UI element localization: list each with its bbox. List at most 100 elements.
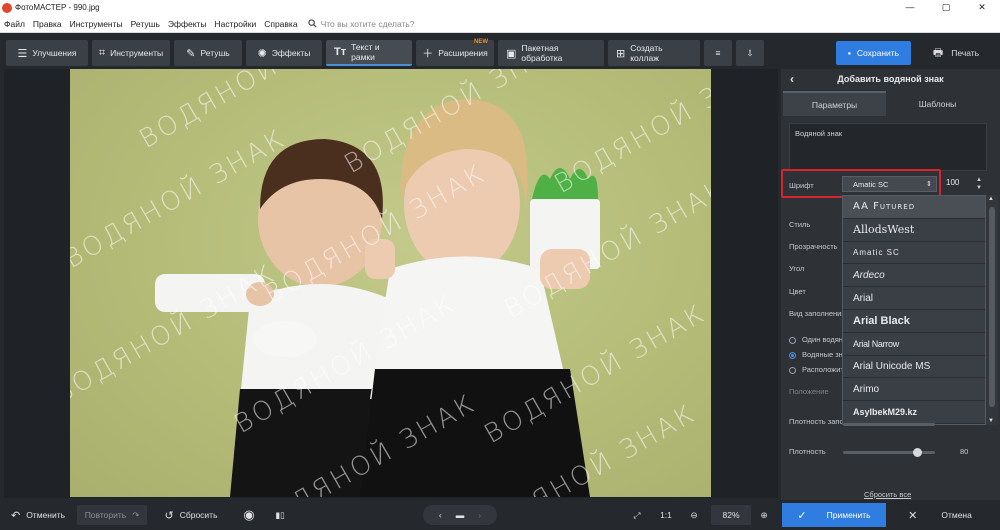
font-size-stepper[interactable]: ▲ ▼	[973, 176, 985, 192]
search-placeholder: Что вы хотите сделать?	[320, 18, 415, 29]
text-icon: Tт	[334, 46, 347, 58]
text-frames-label: Текст и рамки	[351, 42, 380, 62]
print-button[interactable]: 🖶 Печать	[916, 41, 996, 65]
angle-label: Угол	[789, 264, 805, 273]
list-add-button[interactable]: ≡	[704, 40, 732, 66]
scrollbar-thumb[interactable]	[989, 207, 995, 407]
menu-settings[interactable]: Настройки	[211, 19, 261, 29]
font-list-scrollbar[interactable]: ▲ ▼	[986, 195, 998, 425]
checkmark-icon: ✓	[797, 509, 807, 522]
chevron-up-icon[interactable]: ▲	[973, 176, 985, 184]
menu-tools[interactable]: Инструменты	[66, 19, 127, 29]
next-image-button[interactable]: ›	[478, 510, 481, 520]
opacity-label: Прозрачность	[789, 242, 838, 251]
fit-screen-button[interactable]: ⤢	[627, 505, 647, 525]
density-slider[interactable]	[843, 448, 935, 457]
slider-knob[interactable]	[912, 448, 922, 457]
retouch-label: Ретушь	[200, 48, 230, 58]
density-fill-slider[interactable]	[843, 423, 935, 426]
undo-label: Отменить	[26, 510, 66, 520]
folder-icon[interactable]: ▬	[456, 510, 465, 520]
zoom-in-button[interactable]: ⊕	[755, 505, 773, 525]
menu-bar: Файл Правка Инструменты Ретушь Эффекты Н…	[0, 15, 1000, 33]
font-option[interactable]: Arial	[843, 287, 985, 310]
list-download-button[interactable]: ⇩	[736, 40, 764, 66]
maximize-button[interactable]: ▢	[928, 2, 964, 13]
compare-button[interactable]: ▮▯	[270, 505, 290, 525]
tab-parameters[interactable]: Параметры	[783, 91, 886, 116]
font-option[interactable]: Arial Black	[843, 310, 985, 333]
menu-help[interactable]: Справка	[260, 19, 301, 29]
actual-size-button[interactable]: 1:1	[655, 505, 677, 525]
zoom-level[interactable]: 82%	[711, 505, 751, 525]
redo-label: Повторить	[84, 510, 127, 520]
menu-effects[interactable]: Эффекты	[164, 19, 211, 29]
font-option[interactable]: Ardeco	[843, 264, 985, 288]
font-dropdown-list[interactable]: AA Futured AllodsWest Amatic SC Ardeco A…	[842, 195, 986, 425]
new-badge: NEW	[474, 39, 488, 45]
redo-icon: ↷	[132, 509, 140, 520]
printer-icon: 🖶	[932, 46, 944, 59]
chevron-down-icon[interactable]: ▼	[973, 184, 985, 192]
font-option[interactable]: AllodsWest	[843, 219, 985, 242]
extensions-tab[interactable]: ＋ Расширения NEW	[416, 39, 494, 66]
effects-tab[interactable]: ✺ Эффекты	[246, 40, 322, 66]
collage-label: Создать коллаж	[630, 43, 663, 63]
preview-eye-button[interactable]: ◉	[238, 505, 260, 525]
close-window-button[interactable]: ✕	[964, 2, 1000, 13]
close-icon: ✕	[908, 509, 918, 522]
minus-icon: ⊖	[690, 509, 698, 520]
photo-canvas[interactable]: ВОДЯНОЙ ЗНАК ВОДЯНОЙ ЗНАК ВОДЯНОЙ ЗНАК В…	[70, 69, 711, 497]
menu-edit[interactable]: Правка	[29, 19, 66, 29]
fill-type-label: Вид заполнения	[789, 309, 846, 318]
scroll-up-icon[interactable]: ▲	[988, 196, 994, 202]
density-label: Плотность	[789, 447, 826, 456]
density-value: 80	[960, 447, 969, 456]
enhance-tab[interactable]: ☰ Улучшения	[6, 40, 88, 66]
retouch-tab[interactable]: ✎ Ретушь	[174, 40, 242, 66]
batch-tab[interactable]: ▣ Пакетная обработка	[498, 40, 604, 66]
text-frames-tab[interactable]: Tт Текст и рамки	[326, 40, 412, 66]
file-navigation: ‹ ▬ ›	[423, 505, 497, 525]
radio-arrange[interactable]: Расположить	[789, 365, 848, 374]
radio-icon	[789, 366, 796, 374]
back-arrow-icon[interactable]: ‹	[781, 72, 803, 86]
reset-button[interactable]: ↺ Сбросить	[160, 505, 222, 525]
collage-tab[interactable]: ⊞ Создать коллаж	[608, 40, 700, 66]
panel-tabs: Параметры Шаблоны	[783, 91, 1000, 116]
font-option[interactable]: Arial Unicode MS	[843, 356, 985, 379]
font-option[interactable]: Amatic SC	[843, 242, 985, 265]
title-bar: ФотоМАСТЕР - 990.jpg — ▢ ✕	[0, 0, 1000, 15]
panel-title: Добавить водяной знак	[837, 74, 944, 84]
minimize-button[interactable]: —	[892, 2, 928, 13]
apply-button[interactable]: ✓ Применить	[782, 503, 886, 527]
font-size-value[interactable]: 100	[946, 178, 959, 187]
zoom-out-button[interactable]: ⊖	[685, 505, 703, 525]
font-option[interactable]: Arial Narrow	[843, 333, 985, 356]
undo-button[interactable]: ↶ Отменить	[6, 505, 70, 525]
crop-icon: ⌗	[98, 46, 106, 59]
window-title: ФотоМАСТЕР - 990.jpg	[15, 3, 100, 12]
previous-image-button[interactable]: ‹	[439, 510, 442, 520]
plus-circle-icon: ⊕	[760, 509, 768, 520]
menu-retouch[interactable]: Ретушь	[127, 19, 164, 29]
menu-file[interactable]: Файл	[0, 19, 29, 29]
cancel-button[interactable]: ✕ Отмена	[890, 505, 990, 525]
save-button[interactable]: ▪ Сохранить	[836, 41, 911, 65]
search-icon	[307, 19, 317, 28]
watermark-text-input[interactable]: Водяной знак	[789, 123, 987, 171]
tools-tab[interactable]: ⌗ Инструменты	[92, 40, 170, 66]
reset-all-link[interactable]: Сбросить все	[864, 490, 911, 499]
position-label: Положение	[789, 387, 829, 396]
redo-button[interactable]: Повторить ↷	[77, 505, 147, 525]
font-option[interactable]: AsylbekM29.kz	[843, 401, 985, 424]
tab-templates[interactable]: Шаблоны	[886, 91, 989, 116]
radio-icon	[789, 336, 796, 344]
sparkle-icon: ✺	[257, 47, 267, 60]
font-option[interactable]: AA Futured	[843, 196, 985, 219]
menu-search[interactable]: Что вы хотите сделать?	[307, 18, 415, 29]
radio-selected-icon	[789, 351, 796, 359]
font-option[interactable]: Arimo	[843, 378, 985, 402]
floppy-icon: ▪	[847, 48, 851, 58]
scroll-down-icon[interactable]: ▼	[988, 418, 994, 424]
